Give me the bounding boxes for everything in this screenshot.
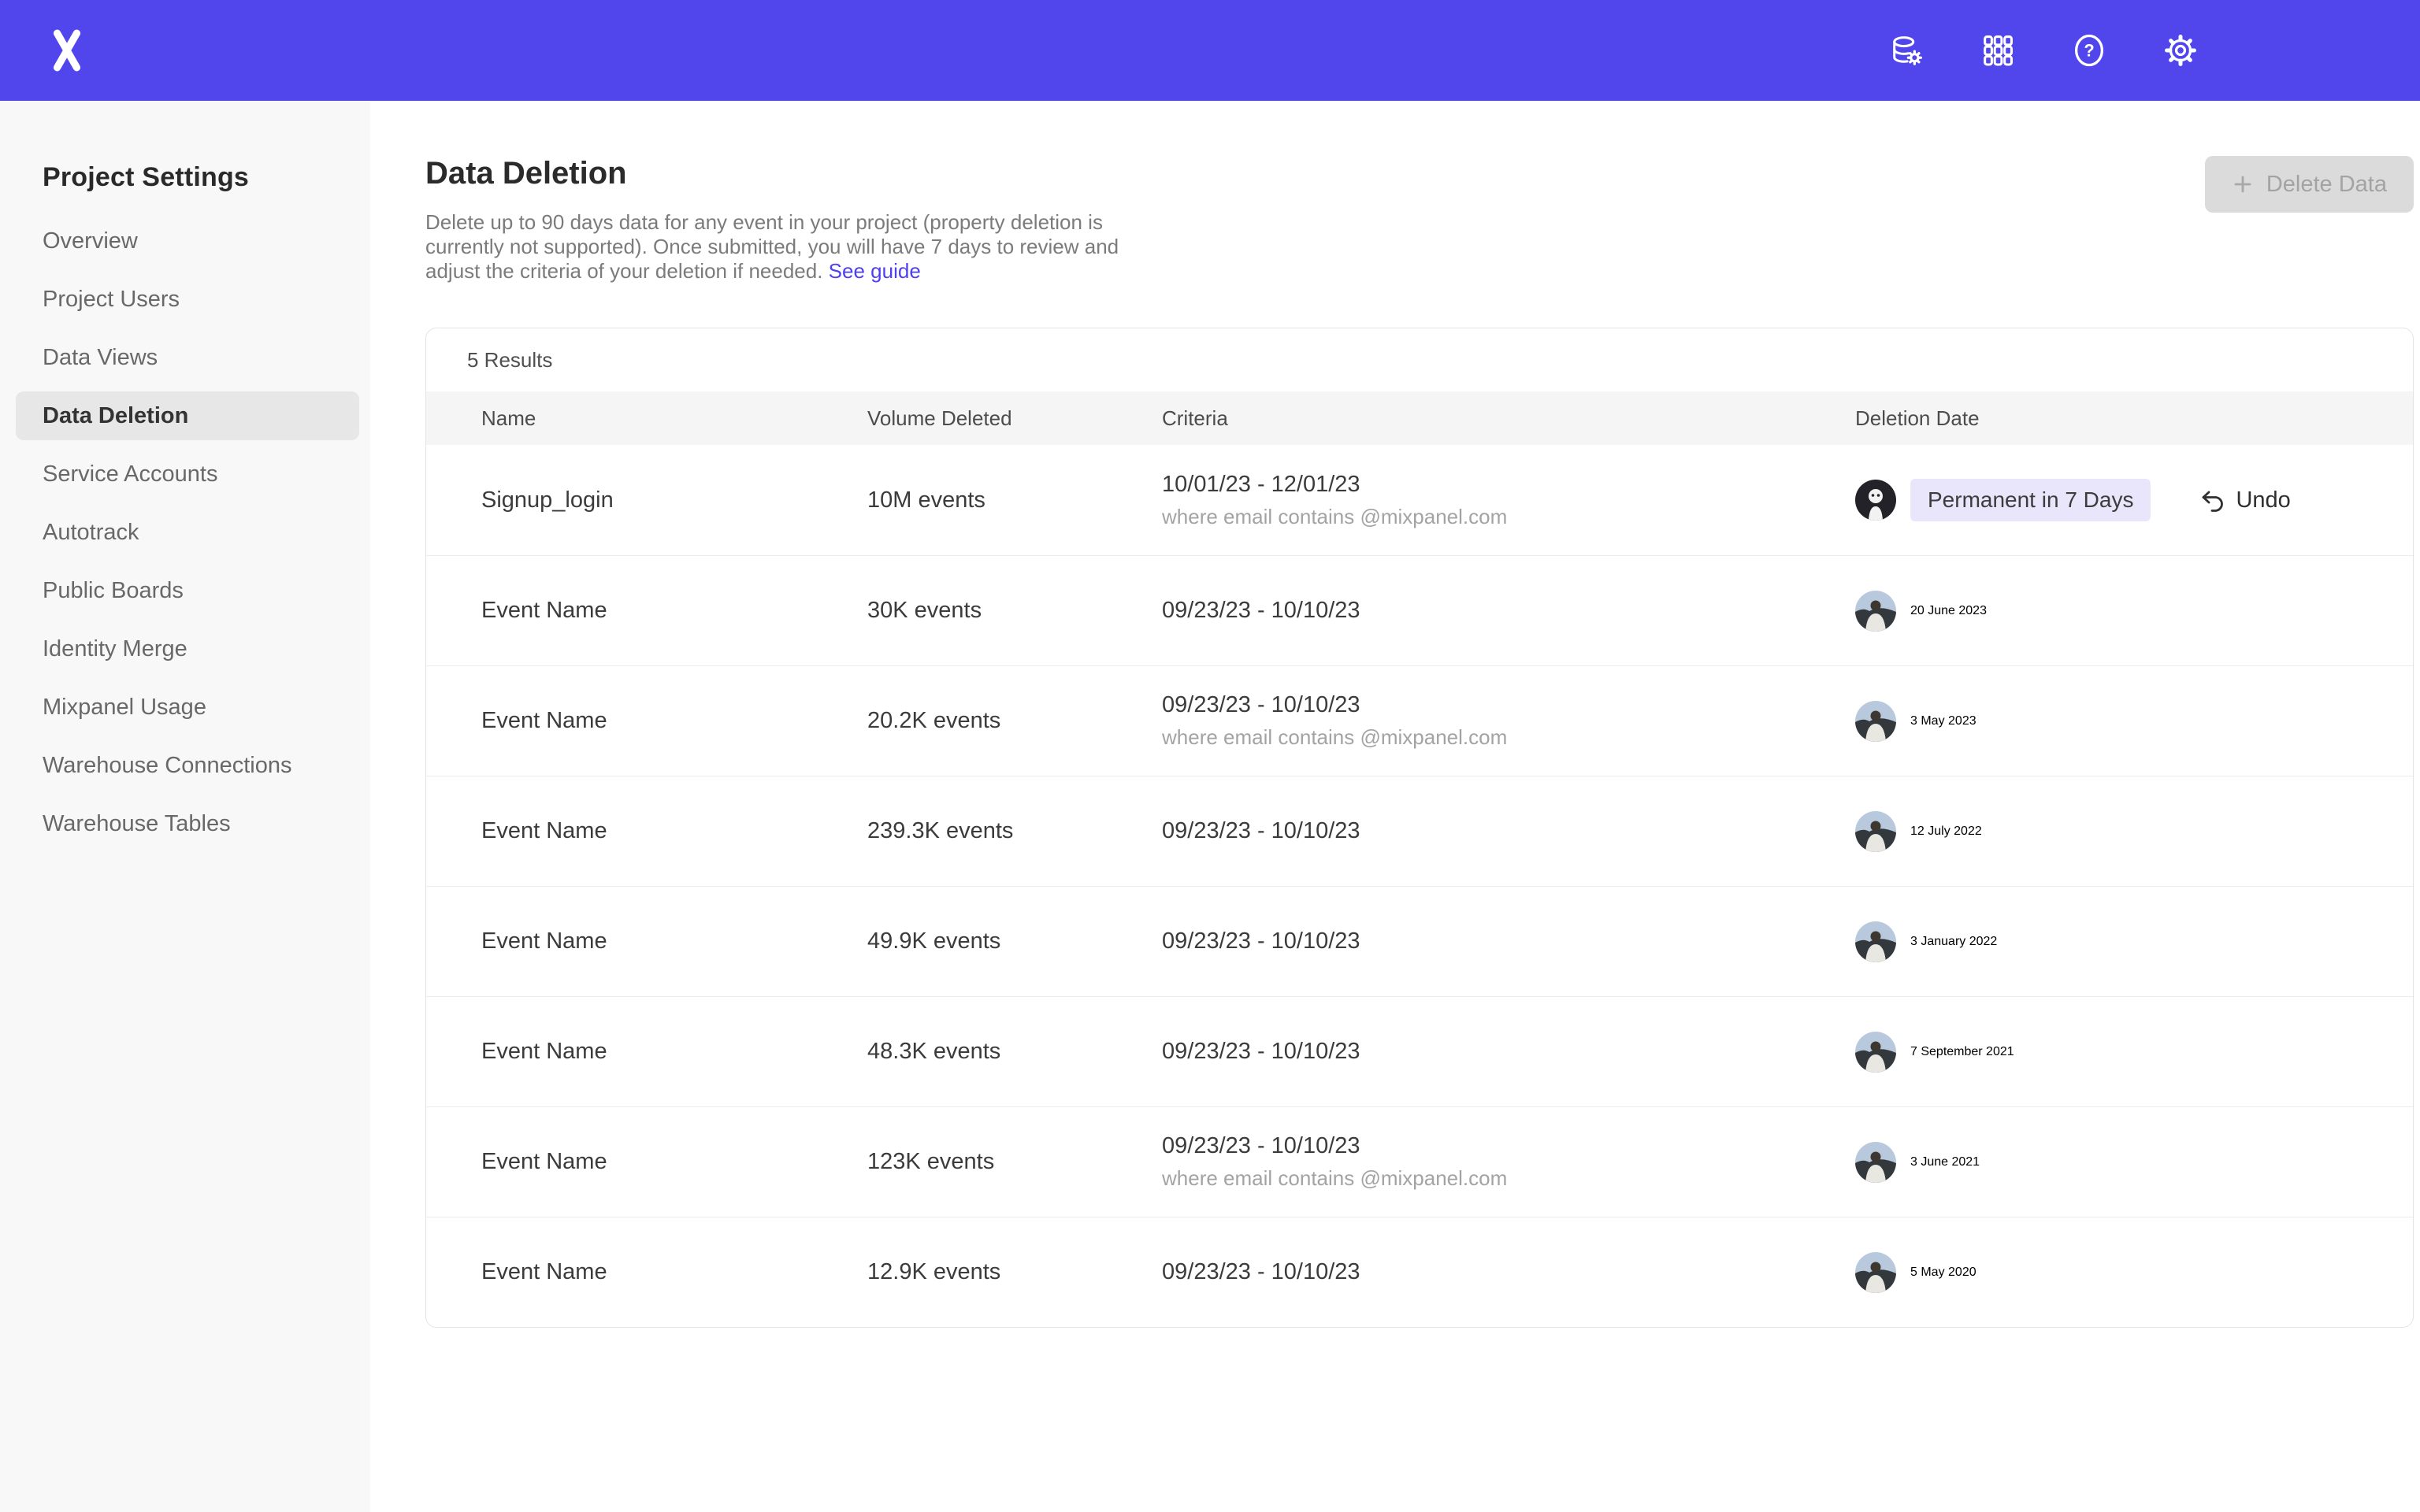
row-name: Event Name — [481, 598, 867, 624]
criteria-filter: where email contains @mixpanel.com — [1162, 505, 1855, 529]
deletion-date-text: 12 July 2022 — [1910, 825, 1982, 839]
settings-gear-icon[interactable] — [2162, 32, 2199, 69]
column-header-name: Name — [481, 406, 867, 431]
row-deletion-date: 3 January 2022 — [1855, 921, 2413, 962]
row-volume: 12.9K events — [867, 1259, 1162, 1285]
sidebar-item-service-accounts[interactable]: Service Accounts — [16, 450, 359, 498]
row-name: Event Name — [481, 928, 867, 954]
row-volume: 48.3K events — [867, 1039, 1162, 1065]
user-avatar — [1855, 1252, 1896, 1293]
sidebar-nav: Overview Project Users Data Views Data D… — [16, 217, 370, 848]
description-text: Delete up to 90 days data for any event … — [425, 210, 1119, 283]
criteria-filter: where email contains @mixpanel.com — [1162, 725, 1855, 750]
deletion-date-text: 7 September 2021 — [1910, 1045, 2014, 1059]
deletion-table-card: 5 Results Name Volume Deleted Criteria D… — [425, 328, 2414, 1328]
table-row: Event Name 30K events 09/23/23 - 10/10/2… — [426, 555, 2413, 665]
sidebar-title: Project Settings — [43, 162, 370, 193]
see-guide-link[interactable]: See guide — [829, 259, 921, 283]
row-deletion-date: 20 June 2023 — [1855, 591, 2413, 632]
sidebar-item-autotrack[interactable]: Autotrack — [16, 508, 359, 557]
column-header-volume: Volume Deleted — [867, 406, 1162, 431]
status-badge: Permanent in 7 Days — [1910, 479, 2151, 521]
table-header-row: Name Volume Deleted Criteria Deletion Da… — [426, 391, 2413, 445]
plus-icon — [2232, 173, 2254, 195]
table-row: Event Name 123K events 09/23/23 - 10/10/… — [426, 1106, 2413, 1217]
row-name: Event Name — [481, 1149, 867, 1175]
row-volume: 20.2K events — [867, 708, 1162, 734]
deletion-date-text: 5 May 2020 — [1910, 1266, 1976, 1280]
results-count: 5 Results — [426, 328, 2413, 391]
row-criteria: 09/23/23 - 10/10/23 — [1162, 1259, 1855, 1285]
row-deletion-date: Permanent in 7 Days Undo — [1855, 479, 2413, 521]
table-row: Event Name 49.9K events 09/23/23 - 10/10… — [426, 886, 2413, 996]
column-header-criteria: Criteria — [1162, 406, 1855, 431]
row-criteria: 09/23/23 - 10/10/23 — [1162, 928, 1855, 954]
column-header-deletion-date: Deletion Date — [1855, 406, 2413, 431]
delete-data-label: Delete Data — [2266, 172, 2387, 198]
sidebar-item-identity-merge[interactable]: Identity Merge — [16, 624, 359, 673]
row-name: Signup_login — [481, 487, 867, 513]
row-deletion-date: 7 September 2021 — [1855, 1032, 2413, 1073]
user-avatar — [1855, 701, 1896, 742]
deletion-date-text: 3 January 2022 — [1910, 935, 1997, 949]
row-volume: 239.3K events — [867, 818, 1162, 844]
user-avatar — [1855, 1142, 1896, 1183]
page-description: Delete up to 90 days data for any event … — [425, 210, 1138, 284]
row-name: Event Name — [481, 1039, 867, 1065]
svg-text:?: ? — [2084, 41, 2094, 61]
criteria-filter: where email contains @mixpanel.com — [1162, 1166, 1855, 1191]
row-criteria: 09/23/23 - 10/10/23 — [1162, 598, 1855, 624]
topbar-icon-group: ? — [1887, 32, 2199, 69]
mixpanel-logo[interactable] — [44, 28, 90, 73]
row-deletion-date: 3 June 2021 — [1855, 1142, 2413, 1183]
row-criteria: 09/23/23 - 10/10/23 where email contains… — [1162, 692, 1855, 750]
row-volume: 49.9K events — [867, 928, 1162, 954]
deletion-date-text: 3 May 2023 — [1910, 714, 1976, 728]
delete-data-button[interactable]: Delete Data — [2205, 156, 2414, 213]
user-avatar — [1855, 921, 1896, 962]
user-avatar-dark — [1855, 480, 1896, 521]
undo-label: Undo — [2236, 487, 2290, 513]
sidebar-item-mixpanel-usage[interactable]: Mixpanel Usage — [16, 683, 359, 732]
row-name: Event Name — [481, 1259, 867, 1285]
row-deletion-date: 5 May 2020 — [1855, 1252, 2413, 1293]
settings-sidebar: Project Settings Overview Project Users … — [0, 101, 370, 1512]
help-icon[interactable]: ? — [2070, 32, 2108, 69]
apps-grid-icon[interactable] — [1979, 32, 2017, 69]
sidebar-item-data-deletion[interactable]: Data Deletion — [16, 391, 359, 440]
sidebar-item-data-views[interactable]: Data Views — [16, 333, 359, 382]
row-name: Event Name — [481, 708, 867, 734]
table-row: Event Name 239.3K events 09/23/23 - 10/1… — [426, 776, 2413, 886]
deletion-date-text: 20 June 2023 — [1910, 604, 1987, 618]
table-row: Signup_login 10M events 10/01/23 - 12/01… — [426, 445, 2413, 555]
sidebar-item-project-users[interactable]: Project Users — [16, 275, 359, 324]
row-name: Event Name — [481, 818, 867, 844]
row-criteria: 09/23/23 - 10/10/23 — [1162, 1039, 1855, 1065]
page-title: Data Deletion — [425, 156, 1138, 191]
table-row: Event Name 20.2K events 09/23/23 - 10/10… — [426, 665, 2413, 776]
user-avatar — [1855, 1032, 1896, 1073]
undo-icon — [2199, 487, 2226, 513]
row-deletion-date: 12 July 2022 — [1855, 811, 2413, 852]
row-volume: 10M events — [867, 487, 1162, 513]
row-volume: 123K events — [867, 1149, 1162, 1175]
table-row: Event Name 48.3K events 09/23/23 - 10/10… — [426, 996, 2413, 1106]
row-criteria: 10/01/23 - 12/01/23 where email contains… — [1162, 472, 1855, 529]
row-criteria: 09/23/23 - 10/10/23 where email contains… — [1162, 1133, 1855, 1191]
user-avatar — [1855, 811, 1896, 852]
main-content: Data Deletion Delete up to 90 days data … — [370, 101, 2420, 1512]
table-row: Event Name 12.9K events 09/23/23 - 10/10… — [426, 1217, 2413, 1327]
sidebar-item-overview[interactable]: Overview — [16, 217, 359, 265]
user-avatar — [1855, 591, 1896, 632]
sidebar-item-warehouse-tables[interactable]: Warehouse Tables — [16, 799, 359, 848]
row-criteria: 09/23/23 - 10/10/23 — [1162, 818, 1855, 844]
sidebar-item-public-boards[interactable]: Public Boards — [16, 566, 359, 615]
row-volume: 30K events — [867, 598, 1162, 624]
undo-button[interactable]: Undo — [2199, 487, 2290, 513]
data-management-icon[interactable] — [1887, 32, 1925, 69]
top-navbar: ? — [0, 0, 2420, 101]
row-deletion-date: 3 May 2023 — [1855, 701, 2413, 742]
sidebar-item-warehouse-connections[interactable]: Warehouse Connections — [16, 741, 359, 790]
deletion-date-text: 3 June 2021 — [1910, 1155, 1980, 1169]
